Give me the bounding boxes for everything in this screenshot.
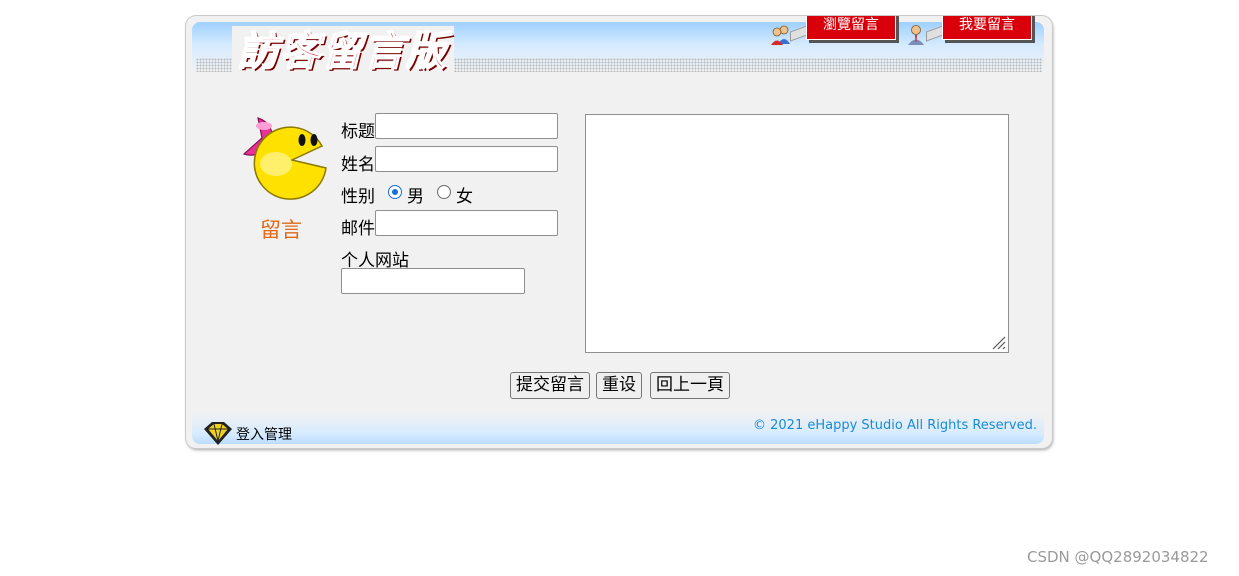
guestbook-panel: 訪客留言版 瀏覽留言 我要留言 留言 标题 姓名 性别 男 女 邮件 个人网站 … bbox=[186, 16, 1052, 448]
gender-female-label: 女 bbox=[456, 187, 473, 207]
submit-message-button[interactable]: 提交留言 bbox=[510, 372, 590, 399]
copyright-text: © 2021 eHappy Studio All Rights Reserved… bbox=[753, 418, 1037, 433]
name-label: 姓名 bbox=[341, 155, 375, 175]
users-icon[interactable] bbox=[770, 24, 792, 50]
admin-login-link[interactable]: 登入管理 bbox=[236, 424, 292, 444]
gender-male-radio[interactable] bbox=[388, 185, 402, 199]
gender-male-label: 男 bbox=[407, 187, 424, 207]
browse-messages-button[interactable]: 瀏覽留言 bbox=[806, 16, 896, 40]
title-input[interactable] bbox=[375, 113, 558, 139]
name-input[interactable] bbox=[375, 146, 558, 172]
reset-button[interactable]: 重设 bbox=[596, 372, 642, 399]
page-title: 訪客留言版 bbox=[232, 26, 454, 78]
title-label: 标题 bbox=[341, 122, 375, 142]
message-textarea[interactable] bbox=[585, 114, 1009, 353]
pacman-icon bbox=[236, 114, 331, 218]
user-icon[interactable] bbox=[906, 24, 926, 50]
watermark: CSDN @QQ2892034822 bbox=[1027, 548, 1209, 566]
write-message-button[interactable]: 我要留言 bbox=[942, 16, 1032, 40]
gender-female-radio[interactable] bbox=[437, 185, 451, 199]
email-input[interactable] bbox=[375, 210, 558, 236]
mascot-label: 留言 bbox=[260, 218, 302, 242]
resize-grip-icon[interactable] bbox=[989, 333, 1007, 355]
diamond-key-icon[interactable] bbox=[202, 419, 234, 448]
gender-label: 性别 bbox=[341, 187, 375, 207]
website-input[interactable] bbox=[341, 268, 525, 294]
email-label: 邮件 bbox=[341, 219, 375, 239]
back-button[interactable]: 回上一頁 bbox=[650, 372, 730, 399]
